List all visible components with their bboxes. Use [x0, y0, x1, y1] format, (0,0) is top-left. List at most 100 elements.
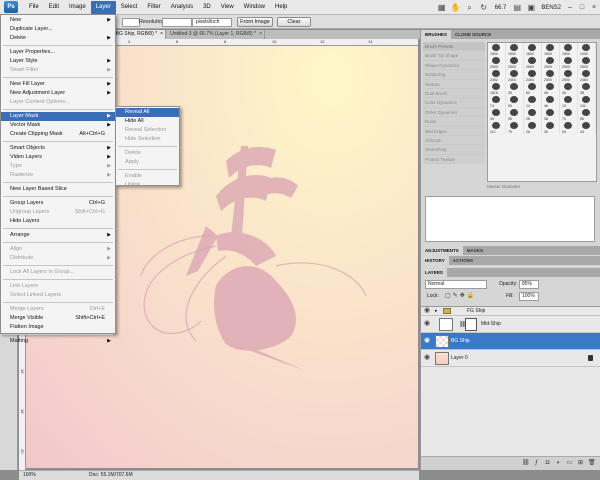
tab-clone-source[interactable]: CLONE SOURCE: [451, 30, 495, 39]
brush-preset[interactable]: 75: [506, 121, 524, 134]
brush-option-dual-brush[interactable]: Dual Brush: [423, 88, 485, 99]
brush-option-brush-tip-shape[interactable]: Brush Tip Shape: [423, 51, 485, 61]
menu-view[interactable]: View: [216, 1, 239, 14]
brush-option-brush-presets[interactable]: Brush Presets: [423, 42, 485, 52]
menu-help[interactable]: Help: [270, 1, 292, 14]
brush-option-texture[interactable]: Texture: [423, 79, 485, 89]
menu-item-video-layers[interactable]: Video Layers ▶: [1, 153, 115, 162]
brush-preset[interactable]: 35: [506, 82, 524, 95]
menu-window[interactable]: Window: [239, 1, 270, 14]
menu-item-create-clipping-mask[interactable]: Create Clipping Mask Alt+Ctrl+G: [1, 130, 115, 139]
fill-field[interactable]: 100%: [519, 292, 539, 301]
menu-item-duplicate-layer[interactable]: Duplicate Layer...: [1, 25, 115, 34]
menu-image[interactable]: Image: [64, 1, 91, 14]
tab-actions[interactable]: ACTIONS: [449, 256, 477, 265]
menu-item-matting[interactable]: Matting ▶: [1, 337, 115, 346]
layer-row-layer-0[interactable]: ◉ Layer 0: [421, 350, 600, 367]
brush-preset[interactable]: 101: [578, 95, 596, 108]
brush-option-protect-texture[interactable]: Protect Texture: [423, 154, 485, 165]
trash-icon[interactable]: 🗑: [588, 460, 596, 467]
brush-preset[interactable]: 26: [524, 121, 542, 134]
brush-preset[interactable]: 86: [578, 108, 596, 121]
visibility-eye-icon[interactable]: ◉: [424, 307, 432, 315]
menu-item-arrange[interactable]: Arrange ▶: [1, 231, 115, 240]
brush-preset[interactable]: 2500: [542, 69, 560, 82]
brush-preset[interactable]: 2500: [560, 69, 578, 82]
brush-option-color-dynamics[interactable]: Color Dynamics: [423, 98, 485, 108]
visibility-eye-icon[interactable]: ◉: [424, 354, 432, 362]
menu-item-vector-mask[interactable]: Vector Mask ▶: [1, 121, 115, 130]
brush-preset[interactable]: 2452: [488, 69, 506, 82]
screen-mode-icon[interactable]: ▣: [526, 3, 536, 13]
menu-item-group-layers[interactable]: Group Layers Ctrl+G: [1, 199, 115, 208]
brush-option-smoothing[interactable]: Smoothing: [423, 145, 485, 155]
status-zoom[interactable]: 100%: [23, 471, 36, 480]
brush-preset[interactable]: 1800: [542, 43, 560, 56]
brush-preset[interactable]: 74: [488, 95, 506, 108]
brush-preset[interactable]: 28: [524, 108, 542, 121]
brush-preset[interactable]: 46: [542, 95, 560, 108]
brush-preset[interactable]: 54: [560, 121, 578, 134]
menu-edit[interactable]: Edit: [44, 1, 64, 14]
bridge-icon[interactable]: ▦: [437, 3, 447, 13]
menu-item-layer-properties[interactable]: Layer Properties...: [1, 48, 115, 57]
brush-preset[interactable]: 60: [524, 82, 542, 95]
front-image-button[interactable]: Front Image: [237, 17, 273, 27]
tab-masks[interactable]: MASKS: [463, 246, 487, 255]
brush-preset[interactable]: 59: [506, 95, 524, 108]
brush-preset[interactable]: 45: [560, 82, 578, 95]
close-icon[interactable]: ×: [588, 3, 600, 13]
brush-preset[interactable]: 1800: [524, 43, 542, 56]
zoom-tool-icon[interactable]: ⌕: [465, 3, 475, 13]
brush-preset[interactable]: 38: [542, 108, 560, 121]
menu-item-reveal-all[interactable]: Reveal All: [116, 108, 179, 117]
menu-item-merge-visible[interactable]: Merge Visible Shift+Ctrl+E: [1, 314, 115, 323]
brush-preset[interactable]: 2404: [506, 69, 524, 82]
brush-preset[interactable]: 1000: [578, 43, 596, 56]
layer-row-mid-ship[interactable]: ◉ ⛓ Mid-Ship: [421, 316, 600, 333]
brush-preset[interactable]: 112: [488, 121, 506, 134]
tab-history[interactable]: HISTORY: [421, 256, 449, 265]
resolution-field[interactable]: [162, 18, 192, 27]
brush-preset[interactable]: 48: [542, 82, 560, 95]
menu-item-new[interactable]: New ▶: [1, 16, 115, 25]
brush-option-shape-dynamics[interactable]: Shape Dynamics: [423, 60, 485, 71]
brush-preset[interactable]: 2460: [578, 69, 596, 82]
brush-option-wet-edges[interactable]: Wet Edges: [423, 126, 485, 136]
brush-preset[interactable]: 70: [560, 108, 578, 121]
tab-adjustments[interactable]: ADJUSTMENTS: [421, 246, 463, 255]
brush-preset[interactable]: 1800: [488, 43, 506, 56]
brush-preset[interactable]: 55: [506, 108, 524, 121]
menu-filter[interactable]: Filter: [142, 1, 165, 14]
layer-mask-thumbnail[interactable]: [465, 318, 477, 331]
tab-brushes[interactable]: BRUSHES: [421, 30, 452, 39]
arrange-documents-icon[interactable]: ▤: [512, 3, 522, 13]
layer-row-bg-ship[interactable]: ◉ BG Ship: [421, 333, 600, 350]
menu-file[interactable]: File: [24, 1, 44, 14]
menu-3d[interactable]: 3D: [198, 1, 216, 14]
brush-option-other-dynamics[interactable]: Other Dynamics: [423, 107, 485, 118]
brush-preset[interactable]: 38: [578, 82, 596, 95]
menu-item-flatten-image[interactable]: Flatten Image: [1, 323, 115, 332]
brush-option-noise[interactable]: Noise: [423, 117, 485, 127]
menu-item-delete[interactable]: Delete ▶: [1, 34, 115, 43]
brush-option-scattering[interactable]: Scattering: [423, 70, 485, 80]
brush-preset[interactable]: 2404: [524, 69, 542, 82]
opacity-field[interactable]: 85%: [519, 280, 539, 289]
brush-preset[interactable]: 13: [560, 95, 578, 108]
workspace-switcher[interactable]: BENS2: [541, 5, 561, 11]
brush-preset[interactable]: 2500: [488, 56, 506, 69]
hand-tool-icon[interactable]: ✋: [451, 3, 461, 13]
brush-preset[interactable]: 14: [524, 95, 542, 108]
zoom-readout[interactable]: 66.7: [495, 5, 507, 11]
menu-item-new-adjustment-layer[interactable]: New Adjustment Layer ▶: [1, 89, 115, 98]
menu-item-layer-style[interactable]: Layer Style ▶: [1, 57, 115, 66]
link-layers-icon[interactable]: ⛓: [522, 460, 530, 467]
close-tab-icon[interactable]: ×: [160, 30, 163, 39]
resolution-unit-select[interactable]: pixels/inch: [192, 18, 232, 27]
status-doc-size[interactable]: Doc: 55.1M/707.6M: [89, 471, 133, 480]
add-mask-icon[interactable]: ◘: [544, 460, 551, 467]
brush-preset[interactable]: 30: [542, 121, 560, 134]
brush-preset[interactable]: 2500: [578, 56, 596, 69]
menu-analysis[interactable]: Analysis: [166, 1, 198, 14]
